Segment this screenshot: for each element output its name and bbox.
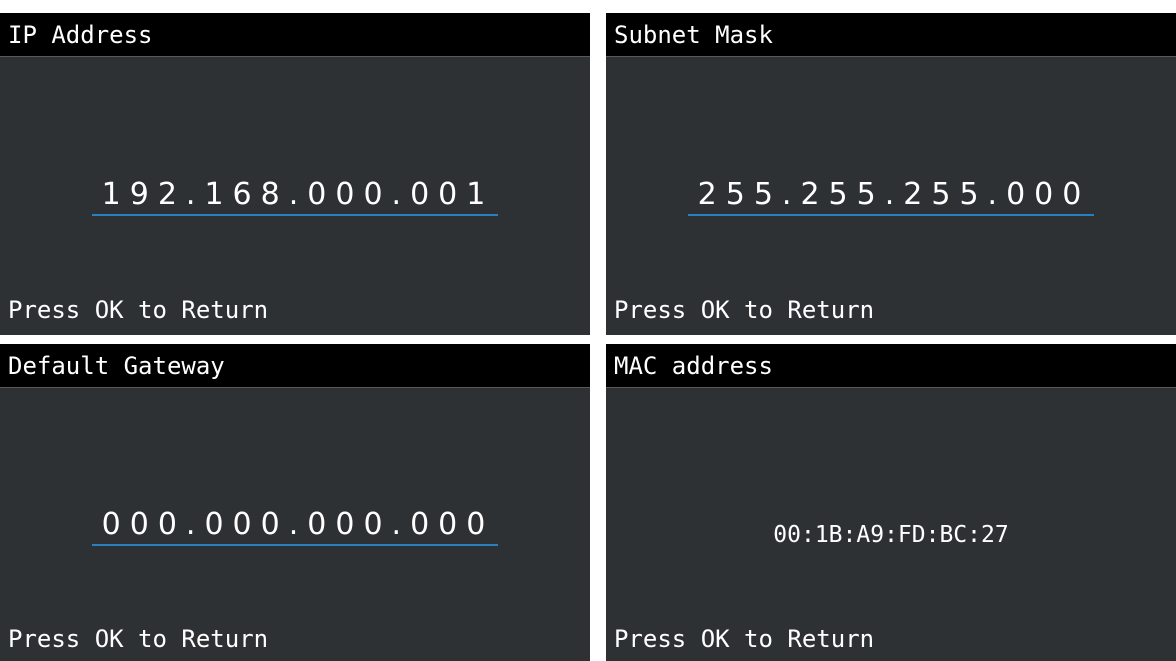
panel-title: MAC address (606, 344, 1176, 388)
ip-address-panel: IP Address 192.168.000.001 Press OK to R… (0, 13, 590, 335)
return-hint: Press OK to Return (8, 625, 269, 653)
default-gateway-value: 000.000.000.000 (91, 508, 499, 546)
panel-title: IP Address (0, 13, 590, 57)
mac-address-value: 00:1B:A9:FD:BC:27 (773, 522, 1009, 548)
subnet-mask-panel: Subnet Mask 255.255.255.000 Press OK to … (606, 13, 1176, 335)
default-gateway-panel: Default Gateway 000.000.000.000 Press OK… (0, 344, 590, 661)
return-hint: Press OK to Return (614, 625, 875, 653)
ip-address-value: 192.168.000.001 (91, 178, 499, 216)
panel-title: Default Gateway (0, 344, 590, 388)
panel-title: Subnet Mask (606, 13, 1176, 57)
return-hint: Press OK to Return (8, 296, 269, 324)
mac-address-panel: MAC address 00:1B:A9:FD:BC:27 Press OK t… (606, 344, 1176, 661)
subnet-mask-value: 255.255.255.000 (687, 178, 1095, 216)
return-hint: Press OK to Return (614, 296, 875, 324)
